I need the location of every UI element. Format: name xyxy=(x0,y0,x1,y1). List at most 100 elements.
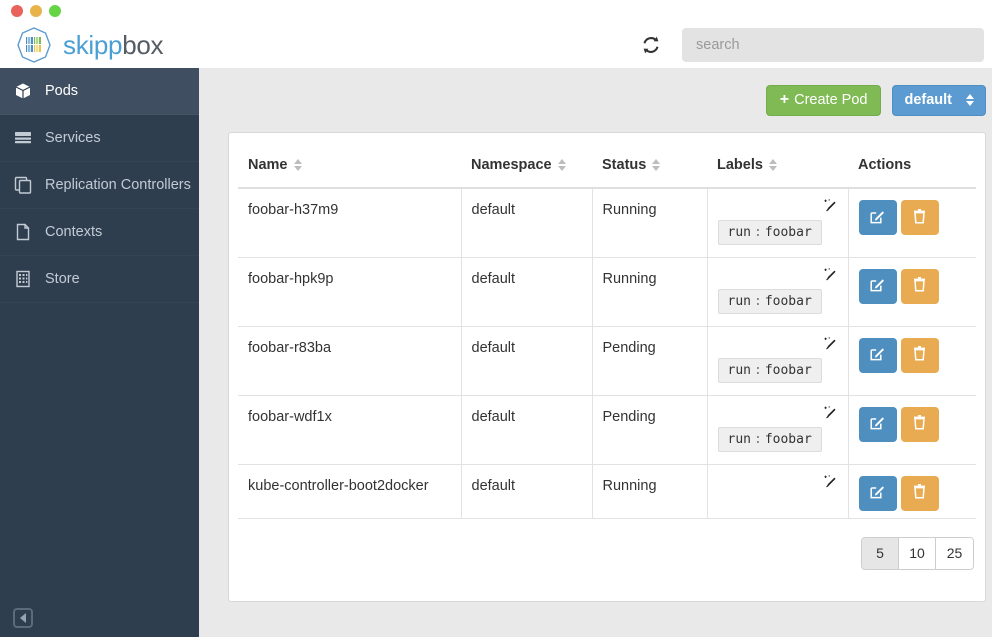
table-body: foobar-h37m9 default Running run: foobar foob… xyxy=(238,188,976,519)
close-window-button[interactable] xyxy=(11,5,23,17)
label-value: foobar xyxy=(764,293,812,309)
namespace-select[interactable]: default xyxy=(892,84,986,116)
window-titlebar xyxy=(0,0,992,22)
label-key: run xyxy=(727,293,751,309)
trash-icon xyxy=(912,208,927,228)
edit-icon xyxy=(869,345,886,365)
sort-icon[interactable] xyxy=(768,159,777,171)
cell-labels: run: foobar xyxy=(706,326,849,396)
edit-pod-button[interactable] xyxy=(858,406,897,442)
sidebar-item-store[interactable]: Store xyxy=(0,256,199,303)
sidebar-item-contexts[interactable]: Contexts xyxy=(0,209,199,256)
label-separator: : xyxy=(753,362,762,378)
edit-pod-button[interactable] xyxy=(858,337,897,373)
sort-icon[interactable] xyxy=(557,159,566,171)
cell-labels: run: foobar xyxy=(706,257,849,327)
copy-icon xyxy=(13,176,32,195)
magic-wand-icon[interactable] xyxy=(822,405,838,425)
label-chip[interactable]: run: foobar xyxy=(717,426,822,452)
table-row[interactable]: foobar-h37m9 default Running run: foobar xyxy=(238,188,976,258)
cell-status: Pending xyxy=(591,395,708,465)
delete-pod-button[interactable] xyxy=(900,268,939,304)
column-header-label: Status xyxy=(602,157,647,173)
column-header-namespace[interactable]: Namespace xyxy=(461,144,592,189)
header-actions xyxy=(638,22,984,68)
magic-wand-icon[interactable] xyxy=(822,198,838,218)
up-down-arrows-icon xyxy=(966,94,974,106)
edit-icon xyxy=(869,208,886,228)
trash-icon xyxy=(912,345,927,365)
magic-wand-icon[interactable] xyxy=(822,474,838,494)
cube-icon xyxy=(13,82,32,101)
trash-icon xyxy=(912,414,927,434)
table-row[interactable]: foobar-hpk9p default Running run: foobar xyxy=(238,257,976,327)
table-row[interactable]: foobar-r83ba default Pending run: foobar xyxy=(238,326,976,396)
sidebar-item-replication-controllers[interactable]: Replication Controllers xyxy=(0,162,199,209)
content-toolbar: + Create Pod default xyxy=(228,84,986,116)
column-header-label: Actions xyxy=(858,157,912,173)
zoom-window-button[interactable] xyxy=(49,5,61,17)
table-header: Name Namespace Status Labels Actions xyxy=(238,144,976,189)
label-key: run xyxy=(727,431,751,447)
sidebar-item-pods[interactable]: Pods xyxy=(0,68,199,115)
refresh-icon[interactable] xyxy=(638,32,664,58)
brand-title: skippbox xyxy=(63,30,164,61)
cell-actions xyxy=(847,188,976,258)
column-header-name[interactable]: Name xyxy=(238,144,461,189)
edit-pod-button[interactable] xyxy=(858,268,897,304)
column-header-label: Labels xyxy=(717,157,763,173)
table-row[interactable]: kube-controller-boot2docker default Runnin… xyxy=(238,464,976,519)
table-row[interactable]: foobar-wdf1x default Pending run: foobar xyxy=(238,395,976,465)
cell-actions xyxy=(847,464,976,519)
delete-pod-button[interactable] xyxy=(900,475,939,511)
label-value: foobar xyxy=(764,431,812,447)
page-size-button[interactable]: 5 xyxy=(862,537,899,569)
label-chip[interactable]: run: foobar xyxy=(717,357,822,383)
label-chip[interactable]: run: foobar xyxy=(717,220,822,245)
search-input[interactable] xyxy=(682,28,984,62)
minimize-window-button[interactable] xyxy=(30,5,42,17)
app-body: Pods Services Replication Controllers Co… xyxy=(0,68,992,637)
edit-icon xyxy=(869,276,886,296)
label-value: foobar xyxy=(764,362,812,378)
label-separator: : xyxy=(753,431,762,447)
delete-pod-button[interactable] xyxy=(900,200,939,235)
sidebar-item-label: Store xyxy=(45,271,80,287)
brand-logo-area[interactable]: skippbox xyxy=(0,25,164,65)
cell-name: foobar-r83ba xyxy=(238,326,462,396)
edit-pod-button[interactable] xyxy=(858,475,897,511)
cell-labels xyxy=(706,464,849,519)
sidebar-item-services[interactable]: Services xyxy=(0,115,199,162)
edit-pod-button[interactable] xyxy=(858,200,897,235)
cell-namespace: default xyxy=(460,395,593,465)
cell-namespace: default xyxy=(460,257,593,327)
pods-panel: Name Namespace Status Labels Actions foo… xyxy=(228,132,986,602)
create-pod-button[interactable]: + Create Pod xyxy=(765,84,882,116)
page-size-button[interactable]: 25 xyxy=(936,537,973,569)
cell-actions xyxy=(847,395,976,465)
sidebar: Pods Services Replication Controllers Co… xyxy=(0,68,199,637)
cell-actions xyxy=(847,257,976,327)
delete-pod-button[interactable] xyxy=(900,406,939,442)
collapse-left-icon[interactable] xyxy=(13,608,33,628)
cell-name: foobar-h37m9 xyxy=(238,188,462,258)
sort-icon[interactable] xyxy=(293,159,302,171)
label-value: foobar xyxy=(764,225,812,240)
delete-pod-button[interactable] xyxy=(900,337,939,373)
page-size-button[interactable]: 10 xyxy=(899,537,936,569)
cell-namespace: default xyxy=(460,464,593,519)
page-size-group: 5 10 25 xyxy=(861,536,974,570)
column-header-labels[interactable]: Labels xyxy=(707,144,848,189)
edit-icon xyxy=(869,414,886,434)
file-icon xyxy=(13,223,32,242)
building-icon xyxy=(13,270,32,289)
sort-icon[interactable] xyxy=(652,159,661,171)
column-header-status[interactable]: Status xyxy=(592,144,707,189)
magic-wand-icon[interactable] xyxy=(822,336,838,356)
label-chip[interactable]: run: foobar xyxy=(717,288,822,314)
pagination: 5 10 25 xyxy=(238,519,976,570)
sidebar-item-label: Replication Controllers xyxy=(45,177,191,193)
magic-wand-icon[interactable] xyxy=(822,267,838,287)
cell-actions xyxy=(847,326,976,396)
cell-labels: run: foobar xyxy=(706,188,849,258)
